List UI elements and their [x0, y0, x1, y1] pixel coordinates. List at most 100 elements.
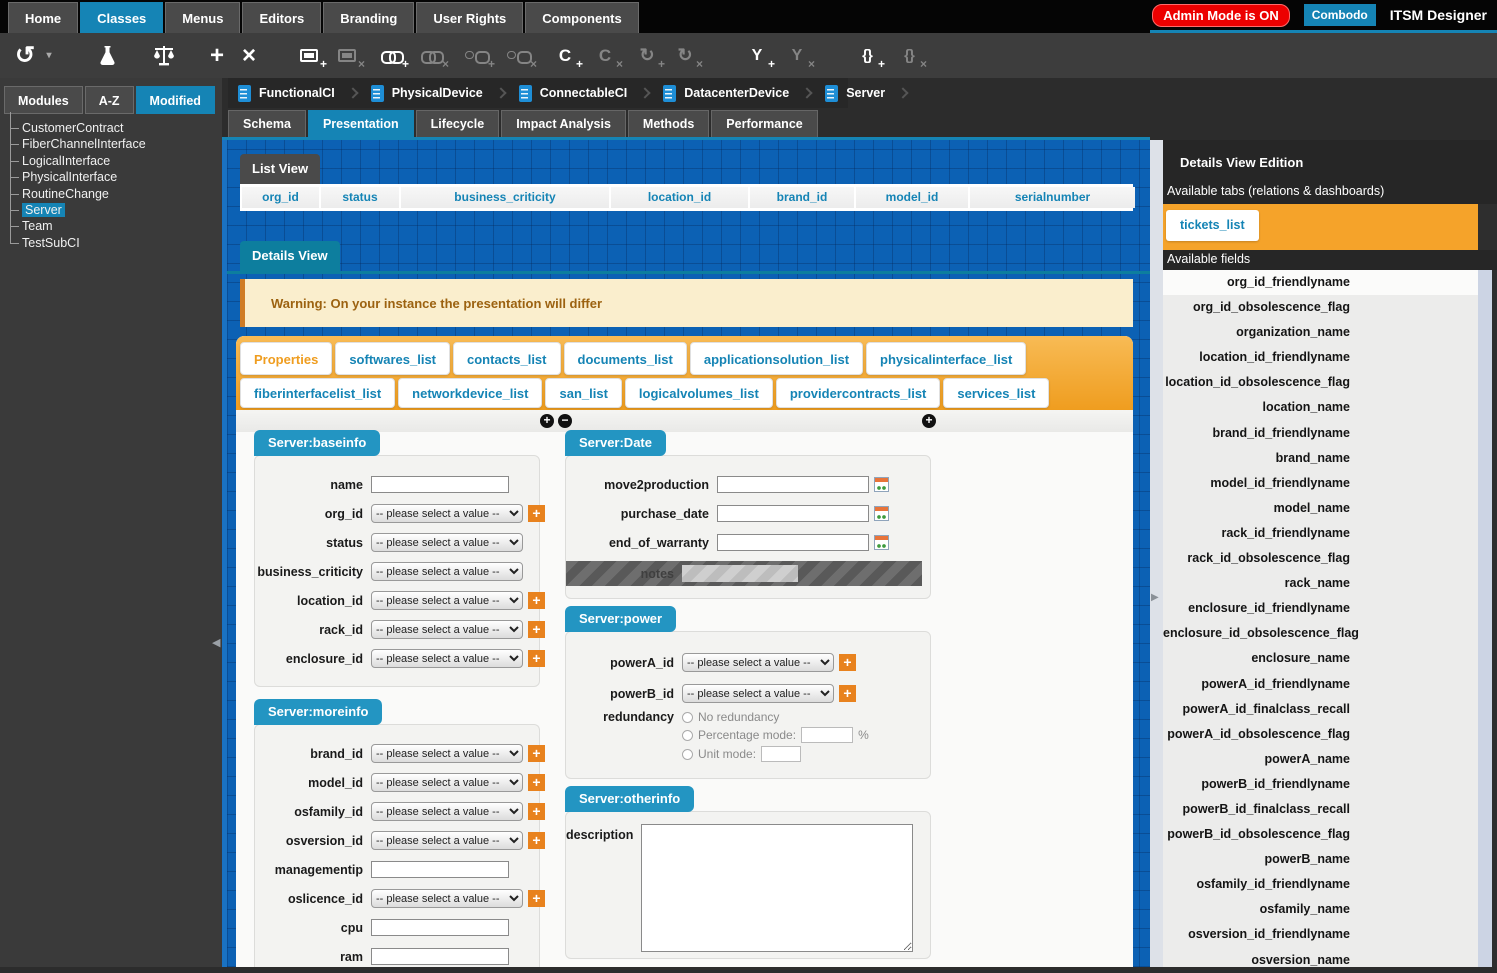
enclosure-id-add-button[interactable] [528, 650, 545, 667]
class-edit-tab[interactable]: Lifecycle [416, 110, 500, 137]
available-field-item[interactable]: osfamily_id_friendlyname [1163, 872, 1478, 897]
available-field-item[interactable]: model_id_friendlyname [1163, 471, 1478, 496]
osfamily-id-select[interactable]: -- please select a value -- [371, 802, 523, 821]
oslicence-id-add-button[interactable] [528, 890, 545, 907]
move2production-input[interactable] [717, 476, 869, 493]
powerA-id-select[interactable]: -- please select a value -- [682, 653, 834, 672]
list-view-column[interactable]: status [321, 187, 399, 208]
available-field-item[interactable]: enclosure_name [1163, 646, 1478, 671]
osversion-id-select[interactable]: -- please select a value -- [371, 831, 523, 850]
class-tree-item[interactable]: LogicalInterface [8, 153, 214, 169]
details-tab[interactable]: applicationsolution_list [690, 342, 863, 375]
collapse-right-arrow-icon[interactable]: ▶ [1151, 592, 1159, 603]
details-tab[interactable]: documents_list [564, 342, 687, 375]
details-tab[interactable]: san_list [545, 378, 621, 408]
main-nav-tab[interactable]: Editors [242, 2, 321, 33]
available-field-item[interactable]: location_id_obsolescence_flag [1163, 370, 1478, 395]
no-redundancy-radio[interactable] [682, 712, 693, 723]
enclosure-id-select[interactable]: -- please select a value -- [371, 649, 523, 668]
list-view-column[interactable]: model_id [856, 187, 968, 208]
details-tab[interactable]: logicalvolumes_list [625, 378, 773, 408]
class-browser-tab[interactable]: A-Z [85, 86, 134, 114]
rack-id-add-button[interactable] [528, 621, 545, 638]
available-field-item[interactable]: org_id_friendlyname [1163, 270, 1478, 295]
section-header-baseinfo[interactable]: Server:baseinfo [254, 430, 380, 456]
available-field-item[interactable]: enclosure_id_friendlyname [1163, 596, 1478, 621]
cpu-input[interactable] [371, 919, 509, 936]
location-id-select[interactable]: -- please select a value -- [371, 591, 523, 610]
calendar-icon[interactable] [874, 477, 889, 492]
class-browser-tab[interactable]: Modified [136, 86, 215, 114]
available-field-item[interactable]: brand_id_friendlyname [1163, 421, 1478, 446]
class-add-icon[interactable] [554, 41, 576, 71]
model-id-select[interactable]: -- please select a value -- [371, 773, 523, 792]
org-id-select[interactable]: -- please select a value -- [371, 504, 523, 523]
available-field-item[interactable]: organization_name [1163, 320, 1478, 345]
details-tab[interactable]: softwares_list [335, 342, 450, 375]
class-edit-tab[interactable]: Presentation [308, 110, 414, 137]
details-tab[interactable]: services_list [943, 378, 1049, 408]
description-textarea[interactable] [641, 824, 913, 952]
powerB-id-add-button[interactable] [839, 685, 856, 702]
available-field-item[interactable]: powerA_id_obsolescence_flag [1163, 722, 1478, 747]
osversion-id-add-button[interactable] [528, 832, 545, 849]
column-add-right-button[interactable] [922, 414, 936, 428]
managementip-input[interactable] [371, 861, 509, 878]
unit-input[interactable] [761, 746, 801, 762]
breadcrumb-item[interactable]: FunctionalCI [228, 78, 361, 108]
breadcrumb-item[interactable]: Server [815, 78, 911, 108]
details-tab[interactable]: physicalinterface_list [866, 342, 1026, 375]
breadcrumb-item[interactable]: ConnectableCI [509, 78, 654, 108]
main-nav-tab[interactable]: Branding [323, 2, 414, 33]
class-tree-item[interactable]: Server [8, 202, 214, 218]
available-field-item[interactable]: brand_name [1163, 446, 1478, 471]
unit-mode-radio[interactable] [682, 749, 693, 760]
relation-add-icon[interactable] [746, 41, 768, 71]
available-field-item[interactable]: powerB_id_finalclass_recall [1163, 797, 1478, 822]
available-field-item[interactable]: org_id_obsolescence_flag [1163, 295, 1478, 320]
section-header-moreinfo[interactable]: Server:moreinfo [254, 699, 382, 725]
list-view-column[interactable]: serialnumber [970, 187, 1135, 208]
org-id-add-button[interactable] [528, 505, 545, 522]
column-remove-button[interactable] [558, 414, 572, 428]
available-field-item[interactable]: powerA_name [1163, 747, 1478, 772]
available-field-item[interactable]: osversion_name [1163, 948, 1478, 973]
available-field-item[interactable]: location_id_friendlyname [1163, 345, 1478, 370]
available-field-item[interactable]: rack_name [1163, 571, 1478, 596]
available-field-item[interactable]: model_name [1163, 496, 1478, 521]
class-edit-tab[interactable]: Methods [628, 110, 709, 137]
link-add-icon[interactable] [380, 41, 402, 71]
available-field-item[interactable]: powerA_id_finalclass_recall [1163, 697, 1478, 722]
collapse-left-arrow-icon[interactable]: ◀ [212, 636, 220, 649]
end-of-warranty-input[interactable] [717, 534, 869, 551]
available-field-item[interactable]: powerB_id_obsolescence_flag [1163, 822, 1478, 847]
status-select[interactable]: -- please select a value -- [371, 533, 523, 552]
main-nav-tab[interactable]: Home [8, 2, 78, 33]
class-tree-item[interactable]: RoutineChange [8, 186, 214, 202]
column-add-button[interactable] [540, 414, 554, 428]
list-view-column[interactable]: org_id [242, 187, 319, 208]
osfamily-id-add-button[interactable] [528, 803, 545, 820]
ram-input[interactable] [371, 948, 509, 965]
powerB-id-select[interactable]: -- please select a value -- [682, 684, 834, 703]
class-tree-item[interactable]: CustomerContract [8, 120, 214, 136]
brand-id-add-button[interactable] [528, 745, 545, 762]
percentage-input[interactable] [801, 727, 853, 743]
business-criticity-select[interactable]: -- please select a value -- [371, 562, 523, 581]
main-nav-tab[interactable]: Menus [165, 2, 240, 33]
fields-list-scrollbar[interactable] [1478, 270, 1492, 967]
class-tree-item[interactable]: TestSubCI [8, 235, 214, 251]
section-header-date[interactable]: Server:Date [565, 430, 666, 456]
available-field-item[interactable]: enclosure_id_obsolescence_flag [1163, 621, 1478, 646]
available-field-item[interactable]: powerB_name [1163, 847, 1478, 872]
details-tab[interactable]: contacts_list [453, 342, 560, 375]
main-nav-tab[interactable]: Components [525, 2, 638, 33]
available-tab-chip[interactable]: tickets_list [1166, 210, 1259, 241]
available-field-item[interactable]: powerB_id_friendlyname [1163, 772, 1478, 797]
scales-icon[interactable] [152, 41, 176, 71]
class-tree-item[interactable]: PhysicalInterface [8, 169, 214, 185]
name-input[interactable] [371, 476, 509, 493]
class-edit-tab[interactable]: Performance [711, 110, 817, 137]
section-header-power[interactable]: Server:power [565, 606, 676, 632]
undo-icon[interactable] [14, 41, 36, 71]
